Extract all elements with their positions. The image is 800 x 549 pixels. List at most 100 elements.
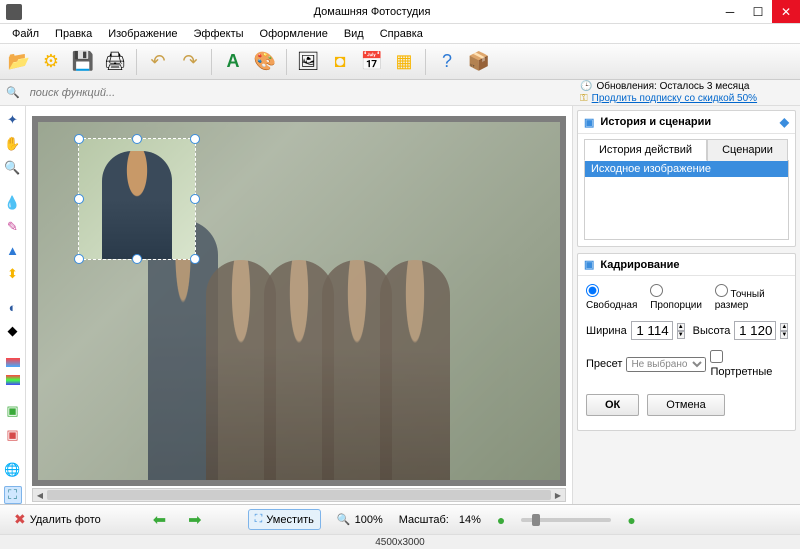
bottombar: ✖Удалить фото ⬅ ➡ ⛶Уместить 🔍100% Масшта… [0, 504, 800, 534]
open-icon[interactable]: 📂 [4, 47, 34, 77]
menu-view[interactable]: Вид [338, 26, 370, 42]
crop-handle-sw[interactable] [74, 254, 84, 264]
fit-icon: ⛶ [255, 513, 263, 526]
mode-proportions[interactable]: Пропорции [650, 284, 707, 311]
layers-icon[interactable]: ▣ [4, 403, 22, 419]
zoom-slider-thumb[interactable] [532, 514, 540, 526]
canvas-viewport[interactable] [32, 116, 566, 486]
box-icon[interactable]: 📦 [464, 47, 494, 77]
levels-icon[interactable]: ⬍ [4, 266, 22, 282]
image-dimensions: 4500x3000 [375, 537, 425, 548]
preset-select[interactable]: Не выбрано [626, 357, 706, 372]
scroll-left-icon[interactable]: ◀ [33, 489, 47, 501]
crop-handle-ne[interactable] [190, 134, 200, 144]
maximize-button[interactable]: ☐ [744, 0, 772, 23]
scroll-right-icon[interactable]: ▶ [551, 489, 565, 501]
calendar-icon[interactable]: 📅 [357, 47, 387, 77]
hand-icon[interactable]: ✋ [4, 136, 22, 152]
portrait-checkbox[interactable]: Портретные [710, 350, 787, 378]
clone-icon[interactable]: ▣ [4, 427, 22, 443]
frame-icon[interactable]: ◘ [325, 47, 355, 77]
zoom-slider[interactable] [521, 518, 611, 522]
mode-free[interactable]: Свободная [586, 284, 642, 311]
canvas-area: ◀ ▶ [26, 106, 572, 504]
preset-label: Пресет [586, 358, 622, 370]
statusbar: 4500x3000 [0, 534, 800, 549]
history-list[interactable]: Исходное изображение [584, 160, 789, 240]
collapse-icon[interactable]: ◆ [780, 115, 789, 129]
menu-image[interactable]: Изображение [102, 26, 183, 42]
menu-design[interactable]: Оформление [254, 26, 334, 42]
mode-exact[interactable]: Точный размер [715, 284, 787, 311]
eyedropper-icon[interactable]: 💧 [4, 195, 22, 211]
crop-handle-se[interactable] [190, 254, 200, 264]
width-label: Ширина [586, 325, 627, 337]
globe-icon[interactable]: 🌐 [4, 462, 22, 478]
search-icon: 🔍 [6, 86, 20, 99]
pointer-icon[interactable]: ✦ [4, 112, 22, 128]
height-input[interactable] [734, 321, 776, 340]
minimize-button[interactable]: ─ [716, 0, 744, 23]
renew-link[interactable]: Продлить подписку со скидкой 50% [592, 93, 757, 105]
update-label: Обновления: Осталось 3 месяца [596, 81, 749, 93]
picture-icon[interactable]: 🖼 [293, 47, 323, 77]
next-button[interactable]: ➡ [182, 507, 207, 533]
scale-value: 14% [459, 514, 481, 526]
sharpen-icon[interactable]: ◆ [4, 323, 22, 339]
gradient-icon[interactable] [6, 358, 20, 367]
scroll-thumb[interactable] [47, 490, 551, 500]
zoom-100-button[interactable]: 🔍100% [331, 510, 389, 529]
ok-button[interactable]: ОК [586, 394, 639, 416]
crop-handle-n[interactable] [132, 134, 142, 144]
zoom-in-button[interactable]: ● [621, 509, 641, 531]
tab-history[interactable]: История действий [584, 139, 707, 161]
undo-icon[interactable]: ↶ [143, 47, 173, 77]
close-button[interactable]: ✕ [772, 0, 800, 23]
crop-selection[interactable] [78, 138, 196, 260]
zoom-icon[interactable]: 🔍 [4, 160, 22, 176]
batch-icon[interactable]: ▦ [389, 47, 419, 77]
delete-photo-button[interactable]: ✖Удалить фото [8, 508, 107, 531]
main-toolbar: 📂 ⚙ 💾 🖨 ↶ ↷ A 🎨 🖼 ◘ 📅 ▦ ? 📦 [0, 44, 800, 80]
horizontal-scrollbar[interactable]: ◀ ▶ [32, 488, 566, 502]
help-icon[interactable]: ? [432, 47, 462, 77]
menu-help[interactable]: Справка [374, 26, 429, 42]
minus-icon: ● [497, 512, 505, 528]
menu-file[interactable]: Файл [6, 26, 45, 42]
width-input[interactable] [631, 321, 673, 340]
cancel-button[interactable]: Отмена [647, 394, 724, 416]
width-spinner[interactable]: ▲▼ [677, 323, 685, 339]
text-icon[interactable]: A [218, 47, 248, 77]
plus-icon: ● [627, 512, 635, 528]
crop-panel-icon: ▣ [584, 258, 594, 271]
brush-icon[interactable]: ✎ [4, 219, 22, 235]
crop-tool-icon[interactable]: ⛶ [4, 486, 22, 504]
prev-button[interactable]: ⬅ [147, 507, 172, 533]
crop-panel: ▣ Кадрирование Свободная Пропорции Точны… [577, 253, 796, 431]
rgb-icon[interactable] [6, 375, 20, 384]
titlebar: Домашняя Фотостудия ─ ☐ ✕ [0, 0, 800, 24]
crop-handle-nw[interactable] [74, 134, 84, 144]
separator [211, 49, 212, 75]
palette-icon[interactable]: 🎨 [250, 47, 280, 77]
gear-icon[interactable]: ⚙ [36, 47, 66, 77]
key-icon: ⚿ [580, 93, 588, 105]
save-icon[interactable]: 💾 [68, 47, 98, 77]
clock-icon: 🕒 [580, 81, 592, 93]
search-input[interactable] [26, 83, 546, 103]
crop-handle-e[interactable] [190, 194, 200, 204]
menu-edit[interactable]: Правка [49, 26, 98, 42]
height-spinner[interactable]: ▲▼ [780, 323, 788, 339]
menu-effects[interactable]: Эффекты [188, 26, 250, 42]
crop-handle-s[interactable] [132, 254, 142, 264]
stamp-icon[interactable]: ▲ [4, 243, 22, 258]
separator [286, 49, 287, 75]
zoom-out-button[interactable]: ● [491, 509, 511, 531]
right-panel: ▣ История и сценарии ◆ История действий … [572, 106, 800, 504]
redo-icon[interactable]: ↷ [175, 47, 205, 77]
tab-scenarios[interactable]: Сценарии [707, 139, 788, 161]
print-icon[interactable]: 🖨 [100, 47, 130, 77]
contrast-icon[interactable]: ◐ [4, 300, 22, 315]
crop-handle-w[interactable] [74, 194, 84, 204]
history-item[interactable]: Исходное изображение [585, 161, 788, 177]
